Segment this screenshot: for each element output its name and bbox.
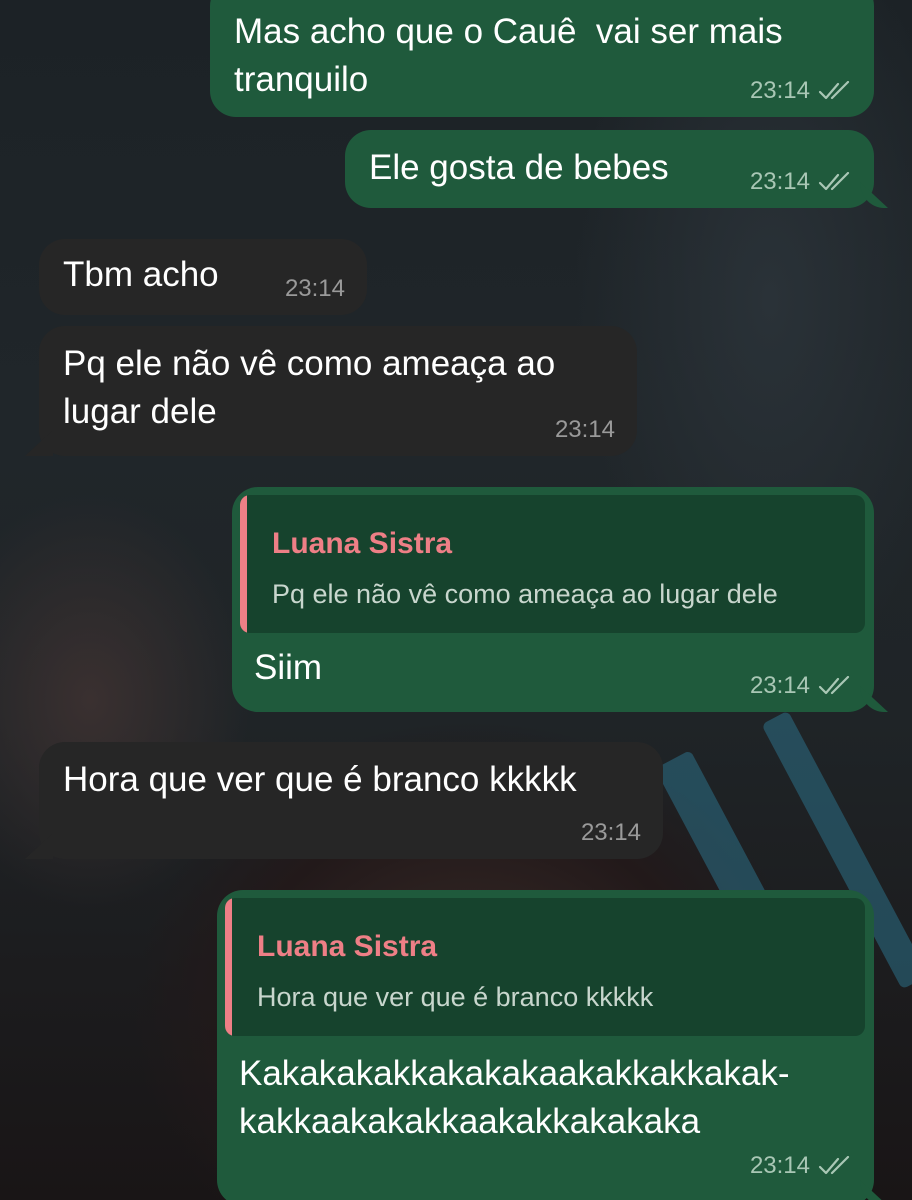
quoted-message[interactable]: Luana Sistra Pq ele não vê como ameaça a… (240, 495, 865, 633)
message-text-line: Hora que ver que é branco kkkkk (63, 760, 577, 799)
message-text-line: Tbm acho (63, 255, 219, 294)
message-bubble-incoming[interactable]: Hora que ver que é branco kkkkk 23:14 (39, 742, 663, 859)
message-text-line: Pq ele não vê como ameaça ao (63, 344, 556, 383)
double-check-icon (818, 676, 850, 695)
quote-author: Luana Sistra (257, 930, 438, 963)
message-text-line: lugar dele (63, 392, 217, 431)
message-text-line: kakkaakakakkaakakkakakaka (239, 1102, 701, 1141)
message-bubble-outgoing[interactable]: Mas acho que o Cauê vai ser mais tranqui… (210, 0, 874, 117)
message-meta: 23:14 (750, 672, 852, 700)
quoted-message[interactable]: Luana Sistra Hora que ver que é branco k… (225, 898, 865, 1036)
quote-text: Hora que ver que é branco kkkkk (257, 982, 654, 1012)
message-meta: 23:14 (555, 416, 615, 444)
message-time: 23:14 (284, 275, 345, 302)
message-bubble-incoming[interactable]: Tbm acho 23:14 (39, 239, 367, 315)
message-text-line: Kakakakakkakakakaakakkakkakak- (239, 1054, 790, 1093)
message-time: 23:14 (749, 168, 810, 195)
message-meta: 23:14 (581, 819, 641, 847)
quote-author: Luana Sistra (272, 527, 453, 560)
message-meta: 23:14 (750, 168, 852, 196)
double-check-icon (818, 1156, 850, 1175)
message-meta: 23:14 (285, 275, 345, 303)
message-time: 23:14 (749, 1152, 810, 1179)
double-check-icon (818, 81, 850, 100)
message-text-line: Siim (254, 648, 323, 687)
quote-text: Pq ele não vê como ameaça ao lugar dele (272, 579, 778, 609)
message-bubble-outgoing[interactable]: Ele gosta de bebes 23:14 (345, 130, 874, 208)
message-bubble-outgoing-reply[interactable]: Luana Sistra Hora que ver que é branco k… (217, 890, 874, 1200)
message-text-line: tranquilo (234, 60, 369, 99)
message-time: 23:14 (580, 819, 641, 846)
message-time: 23:14 (554, 416, 615, 443)
quote-accent-bar (240, 495, 247, 633)
message-meta: 23:14 (750, 1152, 852, 1180)
message-text-line: Mas acho que o Cauê vai ser mais (234, 12, 783, 51)
double-check-icon (818, 172, 850, 191)
message-bubble-incoming[interactable]: Pq ele não vê como ameaça ao lugar dele … (39, 326, 637, 456)
quote-accent-bar (225, 898, 232, 1036)
message-time: 23:14 (749, 672, 810, 699)
message-text-line: Ele gosta de bebes (369, 148, 669, 187)
message-bubble-outgoing-reply[interactable]: Luana Sistra Pq ele não vê como ameaça a… (232, 487, 874, 712)
message-meta: 23:14 (750, 77, 852, 105)
message-time: 23:14 (749, 77, 810, 104)
